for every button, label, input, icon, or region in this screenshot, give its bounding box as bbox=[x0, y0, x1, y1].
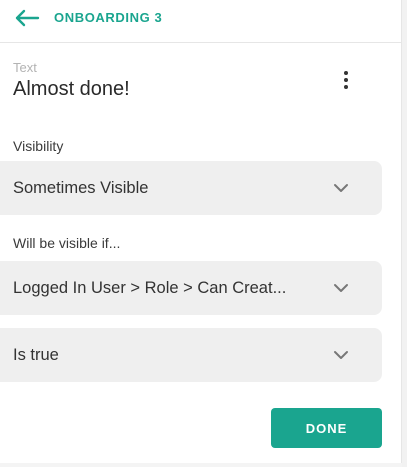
arrow-left-icon bbox=[15, 9, 40, 27]
element-name: Almost done! bbox=[13, 78, 130, 100]
panel-header: ONBOARDING 3 bbox=[0, 0, 402, 43]
panel-bottom-divider bbox=[0, 463, 402, 467]
element-type-label: Text bbox=[13, 60, 37, 75]
screen-title: ONBOARDING 3 bbox=[54, 10, 163, 25]
done-button[interactable]: DONE bbox=[271, 408, 382, 448]
canvas-edge bbox=[402, 0, 407, 467]
chevron-down-icon bbox=[332, 282, 350, 294]
condition-operator-value: Is true bbox=[13, 345, 59, 364]
more-vertical-icon bbox=[344, 78, 348, 82]
more-options-button[interactable] bbox=[334, 66, 358, 94]
condition-operator-select[interactable]: Is true bbox=[0, 328, 382, 382]
more-vertical-icon bbox=[344, 85, 348, 89]
back-button[interactable] bbox=[12, 5, 42, 31]
more-vertical-icon bbox=[344, 71, 348, 75]
chevron-down-icon bbox=[332, 349, 350, 361]
condition-source-value: Logged In User > Role > Can Creat... bbox=[13, 278, 287, 297]
condition-source-select[interactable]: Logged In User > Role > Can Creat... bbox=[0, 261, 382, 315]
visibility-label: Visibility bbox=[13, 138, 64, 154]
chevron-down-icon bbox=[332, 182, 350, 194]
visibility-select-value: Sometimes Visible bbox=[13, 178, 149, 197]
condition-label: Will be visible if... bbox=[13, 235, 121, 251]
properties-panel: ONBOARDING 3 Text Almost done! Visibilit… bbox=[0, 0, 402, 467]
visibility-select[interactable]: Sometimes Visible bbox=[0, 161, 382, 215]
